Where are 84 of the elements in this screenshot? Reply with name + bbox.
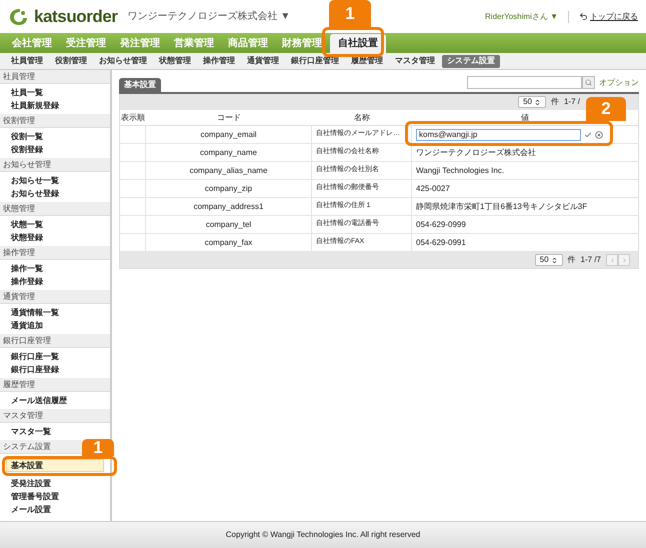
- page-range: 1-7 /: [564, 96, 580, 108]
- sidebar-section-header: 履歴管理: [0, 378, 110, 392]
- sidebar-item[interactable]: 役割登録: [0, 143, 110, 156]
- sidebar-item[interactable]: 状態一覧: [0, 218, 110, 231]
- back-arrow-icon: [579, 12, 588, 21]
- chevron-right-icon: [620, 256, 628, 264]
- step-badge: 1: [329, 0, 371, 28]
- company-selector[interactable]: ワンジーテクノロジーズ株式会社 ▼: [128, 9, 290, 24]
- sub-nav-tab[interactable]: 状態管理: [154, 54, 196, 68]
- per-page-select[interactable]: 50: [518, 96, 546, 108]
- sidebar-item[interactable]: マスタ一覧: [0, 425, 110, 438]
- search-field[interactable]: [467, 76, 582, 89]
- select-arrows-icon: [550, 256, 558, 264]
- logo-text: katsuorder: [34, 6, 118, 28]
- step-badge: 2: [586, 97, 626, 121]
- sidebar-item[interactable]: 社員新規登録: [0, 99, 110, 112]
- value-cell: 054-629-0991: [416, 236, 466, 248]
- value-cell: 054-629-0999: [416, 218, 466, 230]
- panel-tab[interactable]: 基本設置: [119, 78, 161, 92]
- sidebar-item[interactable]: 操作一覧: [0, 262, 110, 275]
- code-cell: company_alias_name: [190, 164, 268, 176]
- page-range: 1-7 /7: [580, 254, 601, 266]
- top-page-link[interactable]: トップに戻る: [590, 10, 638, 22]
- sidebar-item[interactable]: 銀行口座一覧: [0, 350, 110, 363]
- sidebar-section-header: マスタ管理: [0, 409, 110, 423]
- sidebar-item[interactable]: 基本設置: [6, 459, 104, 472]
- sidebar-item[interactable]: メール送信履歴: [0, 394, 110, 407]
- sub-nav-tab[interactable]: お知らせ管理: [94, 54, 152, 68]
- code-cell: company_zip: [204, 182, 252, 194]
- sidebar-item[interactable]: 銀行口座登録: [0, 363, 110, 376]
- code-cell: company_email: [200, 128, 257, 140]
- sidebar-item[interactable]: 受発注設置: [0, 477, 110, 490]
- select-arrows-icon: [534, 98, 541, 106]
- nav-tab[interactable]: 自社設置: [330, 34, 386, 53]
- sidebar-item[interactable]: お知らせ登録: [0, 187, 110, 200]
- option-link[interactable]: オプション: [599, 76, 639, 88]
- per-page-select[interactable]: 50: [534, 254, 563, 266]
- per-page-unit: 件: [568, 254, 576, 266]
- code-cell: company_address1: [194, 200, 264, 212]
- sidebar-item[interactable]: 操作登録: [0, 275, 110, 288]
- sidebar-item[interactable]: 社員一覧: [0, 86, 110, 99]
- prev-page-button[interactable]: [606, 254, 618, 266]
- sidebar-item[interactable]: メール設置: [0, 503, 110, 516]
- next-page-button[interactable]: [618, 254, 630, 266]
- column-header: 名称: [354, 112, 370, 124]
- sidebar-item[interactable]: お知らせ一覧: [0, 174, 110, 187]
- user-menu[interactable]: RiderYoshimiさん ▼: [485, 10, 558, 22]
- search-button[interactable]: [582, 76, 595, 89]
- sidebar-section-header: 操作管理: [0, 246, 110, 260]
- sidebar-item[interactable]: 管理番号設置: [0, 490, 110, 503]
- sidebar-item[interactable]: 役割一覧: [0, 130, 110, 143]
- value-input[interactable]: koms@wangji.jp: [416, 128, 581, 140]
- value-cell: 425-0027: [416, 182, 450, 194]
- sub-nav-tab[interactable]: マスタ管理: [390, 54, 440, 68]
- sub-nav-tab[interactable]: 役割管理: [50, 54, 92, 68]
- step-badge: 1: [82, 439, 114, 456]
- sidebar-section-header: 状態管理: [0, 202, 110, 216]
- code-cell: company_fax: [204, 236, 252, 248]
- sidebar-item[interactable]: 通貨情報一覧: [0, 306, 110, 319]
- code-cell: company_tel: [206, 218, 252, 230]
- value-cell: ワンジーテクノロジーズ株式会社: [416, 146, 536, 158]
- cancel-icon[interactable]: [595, 130, 603, 138]
- copyright-text: Copyright © Wangji Technologies Inc. All right reserved: [226, 529, 420, 541]
- column-header: 表示順: [121, 112, 145, 124]
- sidebar-item[interactable]: 状態登録: [0, 231, 110, 244]
- sub-nav-tab[interactable]: 通貨管理: [242, 54, 284, 68]
- sub-nav-tab[interactable]: 操作管理: [198, 54, 240, 68]
- search-icon: [585, 79, 592, 86]
- column-header: コード: [217, 112, 241, 124]
- confirm-icon[interactable]: [584, 130, 592, 138]
- sub-nav-tab[interactable]: システム設置: [442, 54, 500, 68]
- sidebar-section-header: 通貨管理: [0, 290, 110, 304]
- code-cell: company_name: [200, 146, 257, 158]
- sidebar-section-header: 銀行口座管理: [0, 334, 110, 348]
- sidebar-item[interactable]: 通貨追加: [0, 319, 110, 332]
- value-cell: 静岡県焼津市栄町1丁目6番13号キノシタビル3F: [416, 200, 588, 212]
- sidebar-section-header: 社員管理: [0, 70, 110, 84]
- chevron-left-icon: [608, 256, 616, 264]
- value-cell: Wangji Technologies Inc.: [416, 164, 504, 176]
- sidebar-section-header: 役割管理: [0, 114, 110, 128]
- sidebar-section-header: お知らせ管理: [0, 158, 110, 172]
- per-page-unit: 件: [550, 96, 559, 108]
- sub-nav-tab[interactable]: 社員管理: [6, 54, 48, 68]
- column-header: 値: [521, 112, 529, 124]
